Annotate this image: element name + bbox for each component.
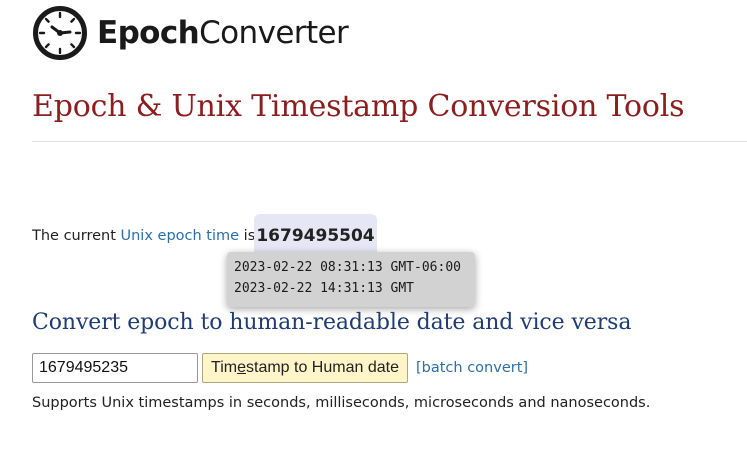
site-logo[interactable]: EpochConverter <box>32 5 349 61</box>
brand-name: EpochConverter <box>97 5 349 61</box>
current-epoch-value: 1679495504 <box>256 226 375 246</box>
timestamp-input[interactable] <box>32 353 198 383</box>
converter-heading: Convert epoch to human-readable date and… <box>32 310 632 335</box>
tooltip-local-time: 2023-02-22 08:31:13 GMT-06:00 <box>234 260 461 275</box>
timestamp-to-human-date-button[interactable]: Timestamp to Human date <box>202 353 408 383</box>
button-label-rest: stamp to Human date <box>246 359 399 376</box>
button-label-start: Ti <box>211 359 224 376</box>
supports-note: Supports Unix timestamps in seconds, mil… <box>32 395 651 411</box>
epoch-time-tooltip: 2023-02-22 08:31:13 GMT-06:00 2023-02-22… <box>227 252 475 307</box>
unix-epoch-link[interactable]: Unix epoch time <box>121 228 240 244</box>
button-label-accesskey: e <box>237 359 246 376</box>
brand-name-bold: Epoch <box>97 15 200 51</box>
title-divider <box>32 141 747 142</box>
brand-name-light: Converter <box>199 15 349 51</box>
batch-convert-link[interactable]: [batch convert] <box>416 360 528 376</box>
clock-icon <box>33 6 87 60</box>
current-prefix: The current <box>32 228 121 244</box>
current-epoch-sentence: The current Unix epoch time is <box>32 228 255 244</box>
page-title: Epoch & Unix Timestamp Conversion Tools <box>32 89 685 124</box>
tooltip-gmt-time: 2023-02-22 14:31:13 GMT <box>234 281 415 296</box>
button-label-m: m <box>223 359 238 376</box>
current-suffix: is <box>239 228 256 244</box>
page: EpochConverter Epoch & Unix Timestamp Co… <box>0 0 747 453</box>
